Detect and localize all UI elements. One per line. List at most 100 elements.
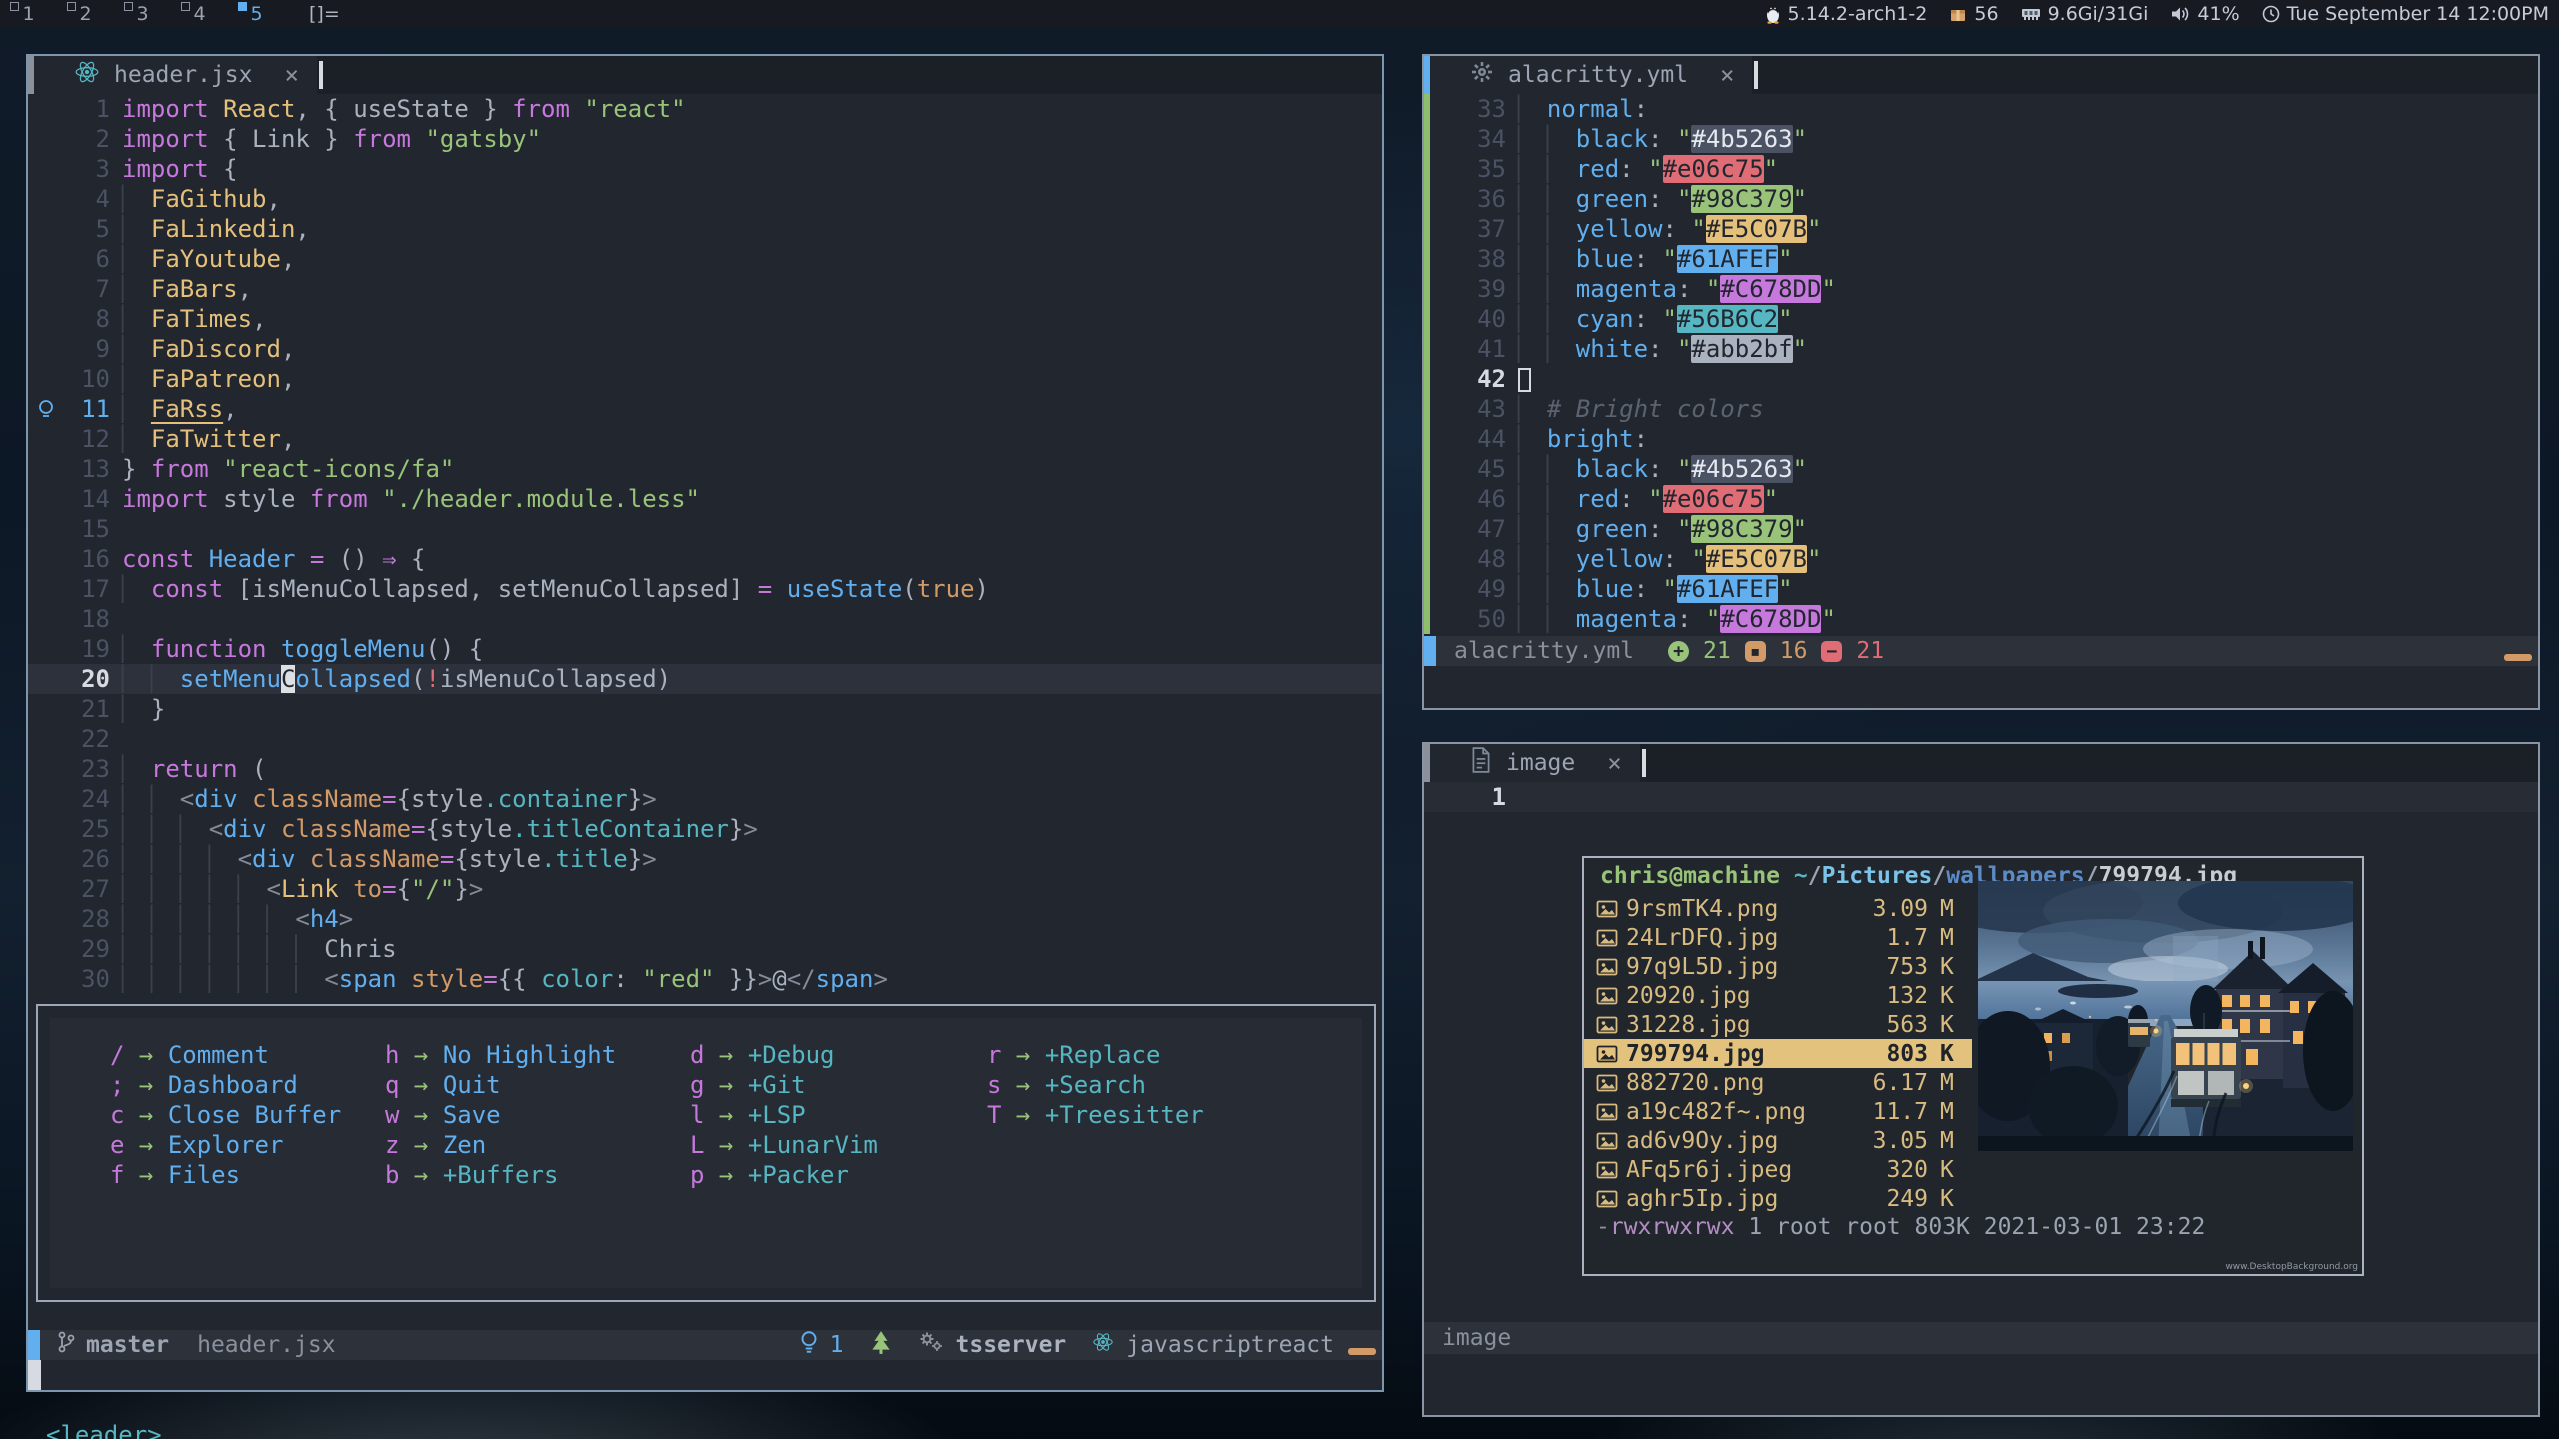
code-text: ▏ ▏ black: "#4b5263" — [1518, 454, 2538, 484]
file-row-AFq5r6j.jpeg[interactable]: AFq5r6j.jpeg320K — [1584, 1155, 1972, 1184]
file-row-799794.jpg[interactable]: 799794.jpg803K — [1584, 1039, 1972, 1068]
code-line-3[interactable]: 3import { — [28, 154, 1382, 184]
file-size-unit: K — [1940, 1041, 1954, 1067]
left-cmdline[interactable]: <leader> <esc> close <bs> go up one leve… — [28, 1360, 1382, 1390]
code-line-45[interactable]: 45▏ ▏ black: "#4b5263" — [1424, 454, 2538, 484]
file-row-aghr5Ip.jpg[interactable]: aghr5Ip.jpg249K — [1584, 1184, 1972, 1213]
code-line-19[interactable]: 19▏ function toggleMenu() { — [28, 634, 1382, 664]
code-line-16[interactable]: 16const Header = () ⇒ { — [28, 544, 1382, 574]
code-line-8[interactable]: 8▏ FaTimes, — [28, 304, 1382, 334]
code-line-39[interactable]: 39▏ ▏ magenta: "#C678DD" — [1424, 274, 2538, 304]
right-statusline: alacritty.yml + 21 ▪ 16 − 21 — [1424, 636, 2538, 666]
file-row-20920.jpg[interactable]: 20920.jpg132K — [1584, 981, 1972, 1010]
code-line-22[interactable]: 22 — [28, 724, 1382, 754]
code-line-27[interactable]: 27▏ ▏ ▏ ▏ ▏ <Link to={"/"}> — [28, 874, 1382, 904]
code-line-7[interactable]: 7▏ FaBars, — [28, 274, 1382, 304]
react-icon — [74, 59, 100, 91]
file-row-31228.jpg[interactable]: 31228.jpg563K — [1584, 1010, 1972, 1039]
line-number: 11 — [64, 394, 122, 424]
workspace-4[interactable]: 4 — [171, 0, 228, 28]
code-line-33[interactable]: 33▏ normal: — [1424, 94, 2538, 124]
file-row-97q9L5D.jpg[interactable]: 97q9L5D.jpg753K — [1584, 952, 1972, 981]
statusline-filename: image — [1442, 1325, 1511, 1351]
code-line-42[interactable]: 42 — [1424, 364, 2538, 394]
code-line-17[interactable]: 17▏ const [isMenuCollapsed, setMenuColla… — [28, 574, 1382, 604]
file-size-unit: M — [1940, 925, 1954, 951]
react-icon — [1092, 1331, 1114, 1359]
file-size-unit: K — [1940, 1186, 1954, 1212]
code-line-14[interactable]: 14import style from "./header.module.les… — [28, 484, 1382, 514]
close-icon[interactable]: × — [1607, 749, 1621, 777]
workspace-2[interactable]: 2 — [57, 0, 114, 28]
image-tabbar: image × — [1424, 744, 2538, 782]
code-line-12[interactable]: 12▏ FaTwitter, — [28, 424, 1382, 454]
image-file-icon — [1596, 899, 1626, 919]
line-number: 27 — [64, 874, 122, 904]
right-cmdline — [1424, 666, 2538, 708]
code-line-1[interactable]: 1import React, { useState } from "react" — [28, 94, 1382, 124]
code-line-2[interactable]: 2import { Link } from "gatsby" — [28, 124, 1382, 154]
line-number: 1 — [64, 94, 122, 124]
code-line-10[interactable]: 10▏ FaPatreon, — [28, 364, 1382, 394]
buffer-line-1[interactable]: 1 — [1424, 782, 2538, 812]
code-line-4[interactable]: 4▏ FaGithub, — [28, 184, 1382, 214]
preview-host: chris@machine — [1600, 863, 1780, 889]
workspace-3[interactable]: 3 — [114, 0, 171, 28]
code-line-41[interactable]: 41▏ ▏ white: "#abb2bf" — [1424, 334, 2538, 364]
code-line-30[interactable]: 30▏ ▏ ▏ ▏ ▏ ▏ ▏ <span style={{ color: "r… — [28, 964, 1382, 994]
code-line-18[interactable]: 18 — [28, 604, 1382, 634]
code-line-15[interactable]: 15 — [28, 514, 1382, 544]
code-line-40[interactable]: 40▏ ▏ cyan: "#56B6C2" — [1424, 304, 2538, 334]
close-icon[interactable]: × — [284, 61, 298, 89]
left-code-area[interactable]: 1import React, { useState } from "react"… — [28, 94, 1382, 994]
pending-keys: <leader> — [46, 1420, 162, 1439]
code-line-48[interactable]: 48▏ ▏ yellow: "#E5C07B" — [1424, 544, 2538, 574]
code-line-26[interactable]: 26▏ ▏ ▏ ▏ <div className={style.title}> — [28, 844, 1382, 874]
diagnostics-hint[interactable]: 1 — [798, 1329, 844, 1361]
code-line-44[interactable]: 44▏ bright: — [1424, 424, 2538, 454]
code-text: ▏ ▏ red: "#e06c75" — [1518, 154, 2538, 184]
code-line-38[interactable]: 38▏ ▏ blue: "#61AFEF" — [1424, 244, 2538, 274]
branch-icon — [56, 1330, 76, 1360]
code-line-21[interactable]: 21▏ } — [28, 694, 1382, 724]
file-row-24LrDFQ.jpg[interactable]: 24LrDFQ.jpg1.7M — [1584, 923, 1972, 952]
workspace-5[interactable]: 5 — [228, 0, 285, 28]
close-icon[interactable]: × — [1720, 61, 1734, 89]
code-line-13[interactable]: 13} from "react-icons/fa" — [28, 454, 1382, 484]
whichkey-column-1: / → Comment; → Dashboardc → Close Buffer… — [110, 1040, 341, 1190]
code-text: ▏ FaBars, — [122, 274, 1382, 304]
tab-image[interactable]: image × — [1424, 744, 1640, 782]
code-line-50[interactable]: 50▏ ▏ magenta: "#C678DD" — [1424, 604, 2538, 634]
file-row-ad6v9Oy.jpg[interactable]: ad6v9Oy.jpg3.05M — [1584, 1126, 1972, 1155]
file-row-9rsmTK4.png[interactable]: 9rsmTK4.png3.09M — [1584, 894, 1972, 923]
git-branch[interactable]: master — [56, 1330, 169, 1360]
code-text: ▏ ▏ white: "#abb2bf" — [1518, 334, 2538, 364]
right-code-area[interactable]: 33▏ normal:34▏ ▏ black: "#4b5263"35▏ ▏ r… — [1424, 94, 2538, 634]
code-line-6[interactable]: 6▏ FaYoutube, — [28, 244, 1382, 274]
line-number: 13 — [64, 454, 122, 484]
code-line-46[interactable]: 46▏ ▏ red: "#e06c75" — [1424, 484, 2538, 514]
code-line-5[interactable]: 5▏ FaLinkedin, — [28, 214, 1382, 244]
file-row-a19c482f~.png[interactable]: a19c482f~.png11.7M — [1584, 1097, 1972, 1126]
code-line-24[interactable]: 24▏ ▏ <div className={style.container}> — [28, 784, 1382, 814]
file-row-882720.png[interactable]: 882720.png6.17M — [1584, 1068, 1972, 1097]
workspace-1[interactable]: 1 — [0, 0, 57, 28]
layout-symbol[interactable]: []= — [309, 3, 340, 25]
code-line-49[interactable]: 49▏ ▏ blue: "#61AFEF" — [1424, 574, 2538, 604]
tab-alacritty-yml[interactable]: alacritty.yml × — [1424, 56, 1752, 94]
file-icon — [1470, 747, 1492, 779]
code-line-35[interactable]: 35▏ ▏ red: "#e06c75" — [1424, 154, 2538, 184]
code-line-11[interactable]: 11▏ FaRss, — [28, 394, 1382, 424]
code-line-23[interactable]: 23▏ return ( — [28, 754, 1382, 784]
tab-header-jsx[interactable]: header.jsx × — [28, 56, 317, 94]
code-line-36[interactable]: 36▏ ▏ green: "#98C379" — [1424, 184, 2538, 214]
code-line-29[interactable]: 29▏ ▏ ▏ ▏ ▏ ▏ ▏ Chris — [28, 934, 1382, 964]
code-line-20[interactable]: 20▏ ▏ setMenuCollapsed(!isMenuCollapsed) — [28, 664, 1382, 694]
code-line-47[interactable]: 47▏ ▏ green: "#98C379" — [1424, 514, 2538, 544]
code-line-43[interactable]: 43▏ # Bright colors — [1424, 394, 2538, 424]
code-line-34[interactable]: 34▏ ▏ black: "#4b5263" — [1424, 124, 2538, 154]
code-line-25[interactable]: 25▏ ▏ ▏ <div className={style.titleConta… — [28, 814, 1382, 844]
code-line-9[interactable]: 9▏ FaDiscord, — [28, 334, 1382, 364]
code-line-28[interactable]: 28▏ ▏ ▏ ▏ ▏ ▏ <h4> — [28, 904, 1382, 934]
code-line-37[interactable]: 37▏ ▏ yellow: "#E5C07B" — [1424, 214, 2538, 244]
